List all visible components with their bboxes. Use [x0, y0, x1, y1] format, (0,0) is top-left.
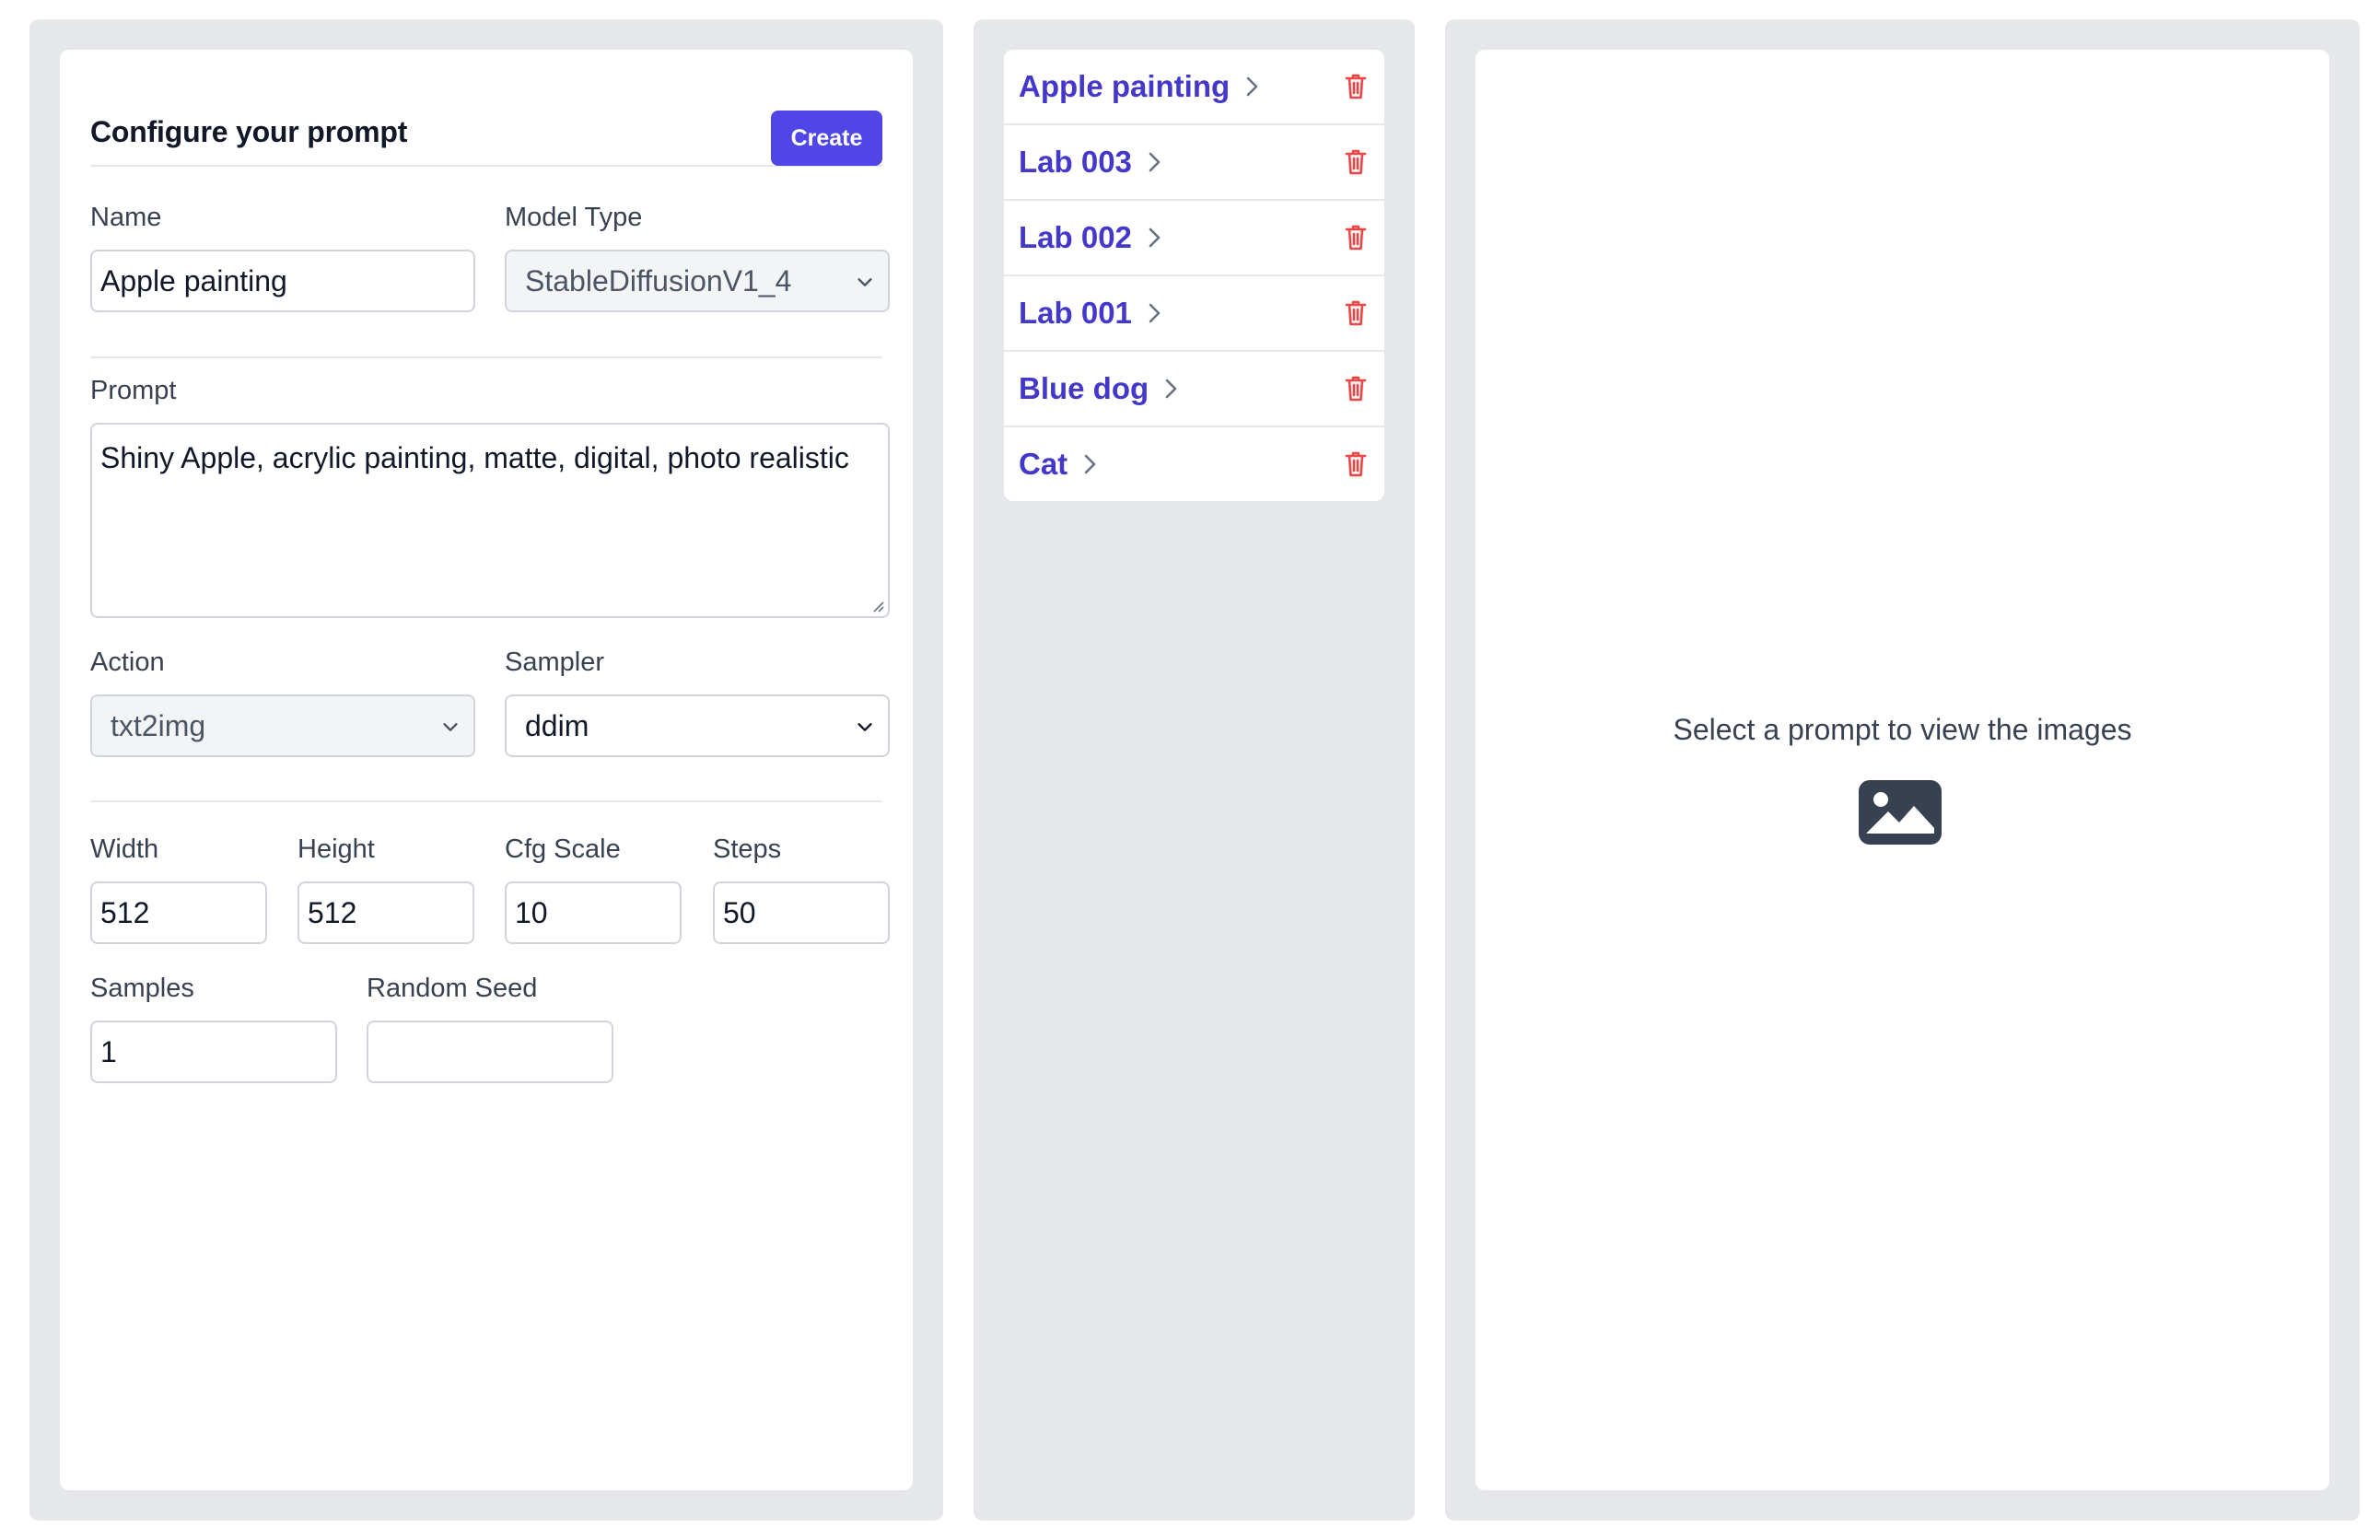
prompt-field: Prompt Shiny Apple, acrylic painting, ma…	[90, 375, 890, 618]
model-type-label: Model Type	[505, 203, 643, 232]
height-label: Height	[298, 834, 375, 864]
trash-icon[interactable]	[1344, 72, 1368, 101]
trash-icon[interactable]	[1344, 298, 1368, 328]
prompt-list-panel: Apple painting Lab 003 Lab 002 Lab 001 B…	[974, 19, 1415, 1521]
create-button[interactable]: Create	[771, 111, 882, 166]
list-item-link: Lab 001	[1019, 296, 1165, 331]
prompt-list: Apple painting Lab 003 Lab 002 Lab 001 B…	[1004, 50, 1384, 501]
trash-icon[interactable]	[1344, 223, 1368, 252]
list-item-link: Blue dog	[1019, 371, 1182, 406]
list-item-label[interactable]: Apple painting	[1019, 69, 1230, 104]
width-field: Width 512	[90, 834, 267, 944]
chevron-right-icon	[1149, 228, 1161, 248]
cfg-scale-field: Cfg Scale 10	[505, 834, 682, 944]
form-title: Configure your prompt	[90, 115, 408, 148]
list-item[interactable]: Apple painting	[1004, 50, 1384, 125]
prompt-label: Prompt	[90, 376, 177, 405]
name-field: Name Apple painting	[90, 202, 475, 312]
trash-icon[interactable]	[1344, 449, 1368, 479]
list-item[interactable]: Lab 002	[1004, 201, 1384, 276]
list-item-link: Lab 003	[1019, 145, 1165, 180]
list-item-link: Apple painting	[1019, 69, 1263, 104]
model-type-value: StableDiffusionV1_4	[525, 263, 792, 298]
chevron-down-icon	[858, 278, 872, 286]
cfg-scale-input[interactable]: 10	[505, 881, 682, 944]
steps-field: Steps 50	[713, 834, 890, 944]
chevron-right-icon	[1149, 303, 1161, 323]
empty-state-message: Select a prompt to view the images	[1673, 713, 2132, 746]
random-seed-label: Random Seed	[367, 974, 538, 1003]
chevron-right-icon	[1246, 76, 1258, 97]
form-card: Configure your prompt Create Name Apple …	[60, 50, 913, 1490]
chevron-right-icon	[1165, 379, 1177, 399]
samples-label: Samples	[90, 974, 194, 1003]
prompt-textarea[interactable]: Shiny Apple, acrylic painting, matte, di…	[90, 423, 890, 618]
image-viewer-panel: Select a prompt to view the images	[1445, 19, 2360, 1521]
chevron-right-icon	[1084, 454, 1096, 474]
trash-icon[interactable]	[1344, 374, 1368, 403]
action-label: Action	[90, 648, 165, 677]
form-panel: Configure your prompt Create Name Apple …	[29, 19, 943, 1521]
random-seed-field: Random Seed	[367, 973, 613, 1083]
name-label: Name	[90, 203, 162, 232]
divider	[90, 356, 882, 358]
samples-input[interactable]: 1	[90, 1021, 337, 1083]
list-item-label[interactable]: Lab 002	[1019, 220, 1132, 255]
list-item[interactable]: Cat	[1004, 427, 1384, 501]
form-header: Configure your prompt Create	[90, 80, 882, 167]
width-input[interactable]: 512	[90, 881, 267, 944]
steps-label: Steps	[713, 834, 782, 864]
list-item-label[interactable]: Lab 003	[1019, 145, 1132, 180]
steps-input[interactable]: 50	[713, 881, 890, 944]
divider	[90, 800, 882, 802]
list-item-link: Cat	[1019, 447, 1101, 482]
sampler-select[interactable]: ddim	[505, 694, 890, 757]
chevron-down-icon	[443, 723, 458, 731]
action-field: Action txt2img	[90, 647, 475, 757]
height-field: Height 512	[298, 834, 474, 944]
chevron-down-icon	[858, 723, 872, 731]
image-icon	[1859, 780, 1942, 845]
chevron-right-icon	[1149, 152, 1161, 172]
sampler-label: Sampler	[505, 648, 604, 677]
list-item-label[interactable]: Cat	[1019, 447, 1068, 482]
action-value: txt2img	[111, 708, 206, 742]
cfg-scale-label: Cfg Scale	[505, 834, 621, 864]
list-item[interactable]: Lab 003	[1004, 125, 1384, 201]
resize-handle-icon[interactable]	[869, 598, 884, 612]
prompt-text: Shiny Apple, acrylic painting, matte, di…	[100, 441, 849, 474]
name-input[interactable]: Apple painting	[90, 250, 475, 312]
list-item-label[interactable]: Lab 001	[1019, 296, 1132, 331]
sampler-field: Sampler ddim	[505, 647, 890, 757]
image-viewer-card: Select a prompt to view the images	[1476, 50, 2329, 1490]
list-item[interactable]: Blue dog	[1004, 352, 1384, 427]
model-type-select[interactable]: StableDiffusionV1_4	[505, 250, 890, 312]
samples-field: Samples 1	[90, 973, 337, 1083]
model-type-field: Model Type StableDiffusionV1_4	[505, 202, 890, 312]
list-item[interactable]: Lab 001	[1004, 276, 1384, 352]
width-label: Width	[90, 834, 159, 864]
list-item-link: Lab 002	[1019, 220, 1165, 255]
trash-icon[interactable]	[1344, 147, 1368, 177]
list-item-label[interactable]: Blue dog	[1019, 371, 1149, 406]
random-seed-input[interactable]	[367, 1021, 613, 1083]
action-select[interactable]: txt2img	[90, 694, 475, 757]
height-input[interactable]: 512	[298, 881, 474, 944]
sampler-value: ddim	[525, 708, 589, 742]
